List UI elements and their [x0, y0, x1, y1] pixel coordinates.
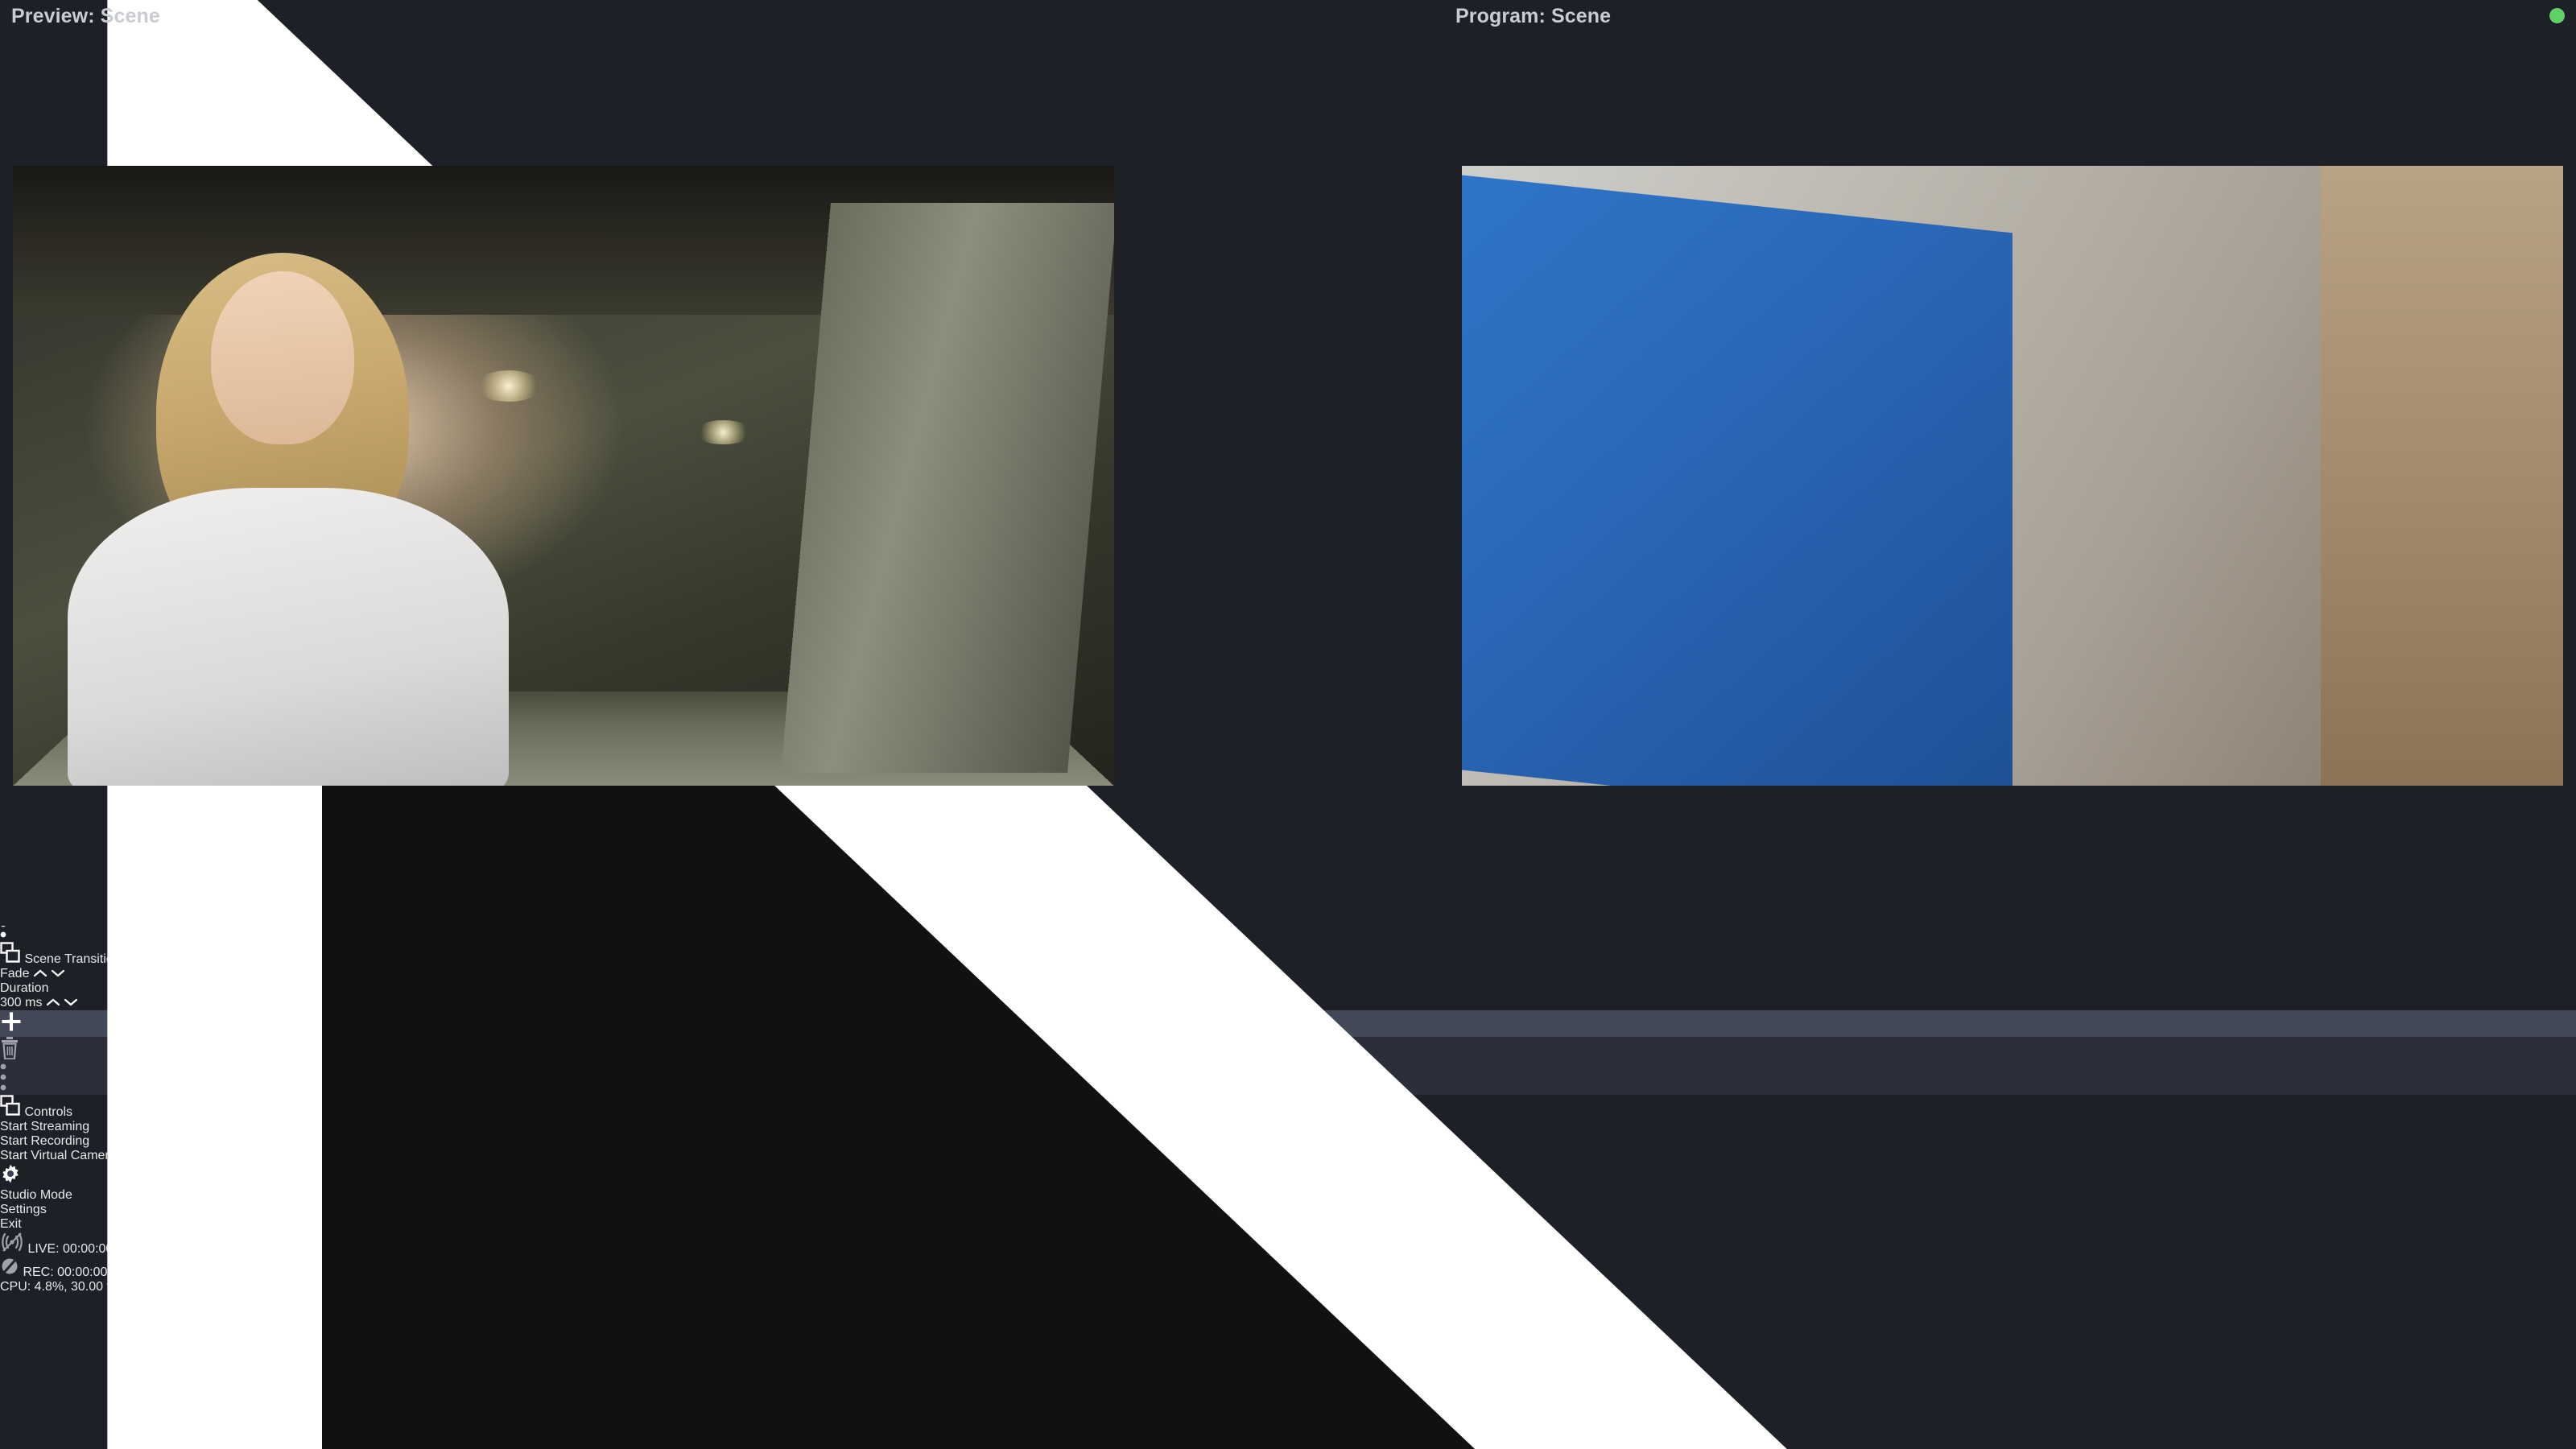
preview-subject-body — [68, 488, 509, 786]
preview-canvas[interactable] — [13, 166, 1114, 786]
program-canvas[interactable] — [1462, 166, 2563, 786]
preview-stage: Preview: Scene Program: Scene — [0, 0, 2576, 1449]
program-wall — [2321, 166, 2563, 786]
recording-indicator — [2549, 8, 2565, 23]
preview-light-2 — [475, 370, 542, 402]
preview-light-3 — [696, 419, 751, 445]
program-blue-board — [1462, 172, 2013, 786]
preview-pillar — [780, 203, 1114, 774]
preview-title: Preview: Scene — [11, 5, 160, 27]
program-title: Program: Scene — [1455, 5, 1612, 27]
preview-subject-face — [211, 270, 355, 445]
